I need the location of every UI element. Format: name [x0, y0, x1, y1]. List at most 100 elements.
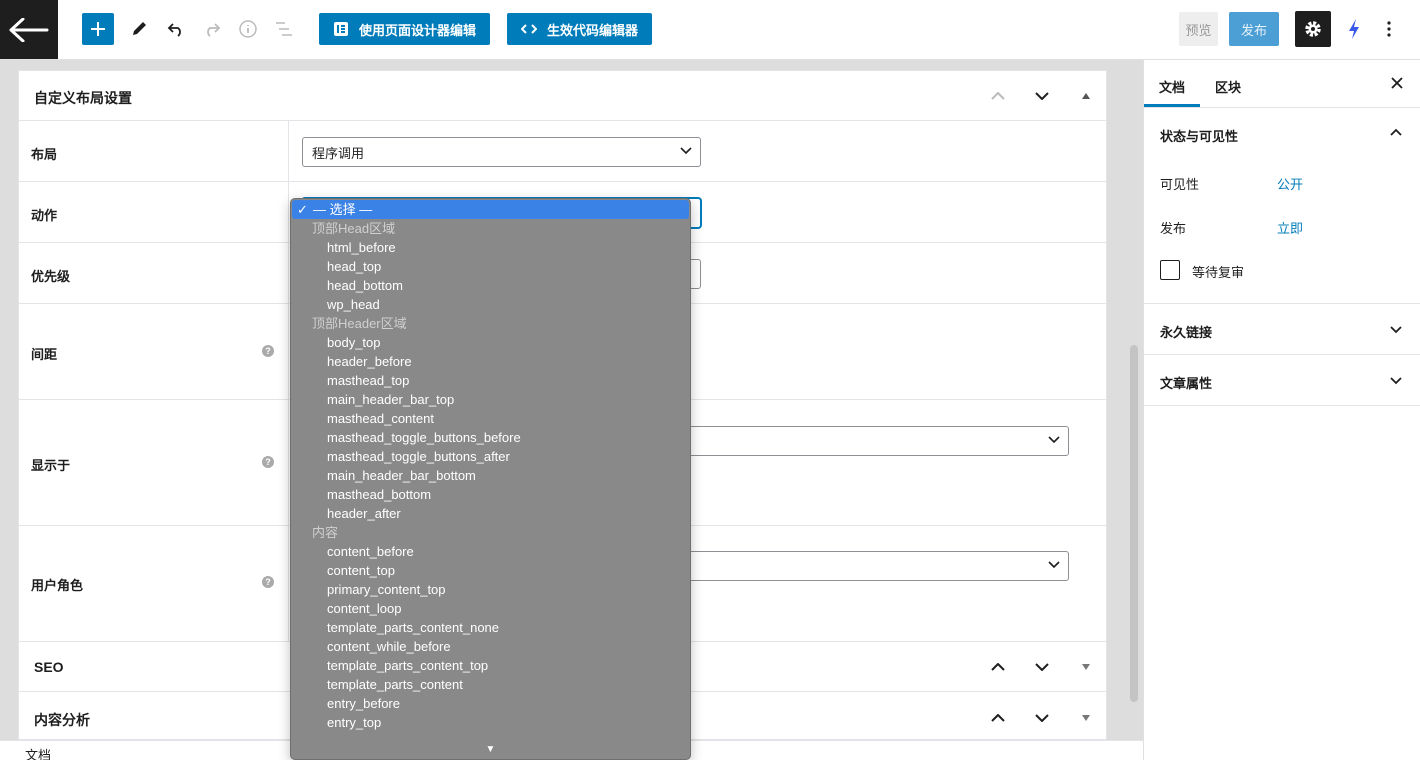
dropdown-option[interactable]: masthead_content: [291, 409, 690, 428]
chevron-down-icon: [1048, 561, 1060, 569]
page-designer-button[interactable]: 使用页面设计器编辑: [319, 13, 491, 45]
dropdown-option[interactable]: body_top: [291, 333, 690, 352]
layout-label: 布局: [31, 147, 58, 162]
dropdown-option[interactable]: content_while_before: [291, 637, 690, 656]
dropdown-option[interactable]: template_parts_content_top: [291, 656, 690, 675]
move-up-button[interactable]: [988, 708, 1008, 728]
dropdown-option[interactable]: content_before: [291, 542, 690, 561]
dropdown-option[interactable]: main_header_bar_bottom: [291, 466, 690, 485]
undo-button[interactable]: [160, 13, 192, 45]
dropdown-option[interactable]: masthead_toggle_buttons_before: [291, 428, 690, 447]
publish-button[interactable]: 发布: [1229, 12, 1279, 46]
dropdown-group-head: 顶部Head区域: [312, 221, 396, 236]
move-down-button[interactable]: [1032, 657, 1052, 677]
dropdown-option[interactable]: html_before: [291, 238, 690, 257]
dropdown-option[interactable]: header_before: [291, 352, 690, 371]
elementor-icon: [333, 21, 349, 37]
chevron-up-icon: [991, 92, 1005, 100]
dropdown-option[interactable]: header_after: [291, 504, 690, 523]
dropdown-option[interactable]: head_bottom: [291, 276, 690, 295]
dropdown-option[interactable]: template_parts_content: [291, 675, 690, 694]
post-attributes-section[interactable]: 文章属性: [1144, 355, 1420, 406]
performance-button[interactable]: [1338, 13, 1370, 45]
panel-header: 自定义布局设置: [19, 71, 1106, 121]
tab-block[interactable]: 区块: [1215, 77, 1241, 96]
status-visibility-section: 状态与可见性 可见性 公开 发布 立即 等待复审: [1144, 108, 1420, 304]
more-options-button[interactable]: [1373, 13, 1405, 45]
code-editor-label: 生效代码编辑器: [547, 22, 639, 38]
help-icon[interactable]: ?: [262, 576, 274, 588]
preview-button[interactable]: 预览: [1179, 12, 1218, 46]
outline-button[interactable]: [268, 13, 300, 45]
more-vertical-icon: [1387, 21, 1391, 37]
move-down-button[interactable]: [1032, 86, 1052, 106]
dropdown-option[interactable]: primary_content_top: [291, 580, 690, 599]
redo-button[interactable]: [196, 13, 228, 45]
code-editor-button[interactable]: 生效代码编辑器: [507, 13, 653, 45]
layout-row: 布局 程序调用: [19, 121, 1106, 182]
active-tab-indicator: [1144, 104, 1200, 107]
tab-document[interactable]: 文档: [1159, 77, 1185, 96]
dropdown-option[interactable]: masthead_top: [291, 371, 690, 390]
dropdown-option[interactable]: masthead_bottom: [291, 485, 690, 504]
back-button[interactable]: [0, 0, 58, 59]
display-on-label-cell: 显示于 ?: [19, 400, 289, 525]
expand-panel-button[interactable]: [1076, 657, 1096, 677]
breadcrumb[interactable]: 文档: [25, 745, 51, 760]
chevron-up-icon: [991, 663, 1005, 671]
list-view-icon: [276, 22, 292, 36]
chevron-down-icon: [1390, 326, 1402, 334]
move-up-button[interactable]: [988, 657, 1008, 677]
dropdown-group-content: 内容: [312, 525, 339, 540]
dropdown-group-header: 顶部Header区域: [312, 316, 407, 331]
add-block-button[interactable]: [82, 13, 114, 45]
scroll-down-icon[interactable]: ▼: [291, 744, 690, 755]
panel-title: 自定义布局设置: [34, 90, 132, 106]
permalink-section[interactable]: 永久链接: [1144, 304, 1420, 355]
close-sidebar-button[interactable]: [1390, 76, 1404, 90]
details-button[interactable]: [232, 13, 264, 45]
chevron-up-icon: [991, 714, 1005, 722]
dropdown-option[interactable]: content_top: [291, 561, 690, 580]
triangle-down-icon: [1082, 715, 1090, 721]
dropdown-option[interactable]: entry_before: [291, 694, 690, 713]
status-visibility-title[interactable]: 状态与可见性: [1160, 126, 1238, 145]
collapse-panel-button[interactable]: [1076, 86, 1096, 106]
move-up-button[interactable]: [988, 86, 1008, 106]
dropdown-option[interactable]: template_parts_content_none: [291, 618, 690, 637]
action-dropdown-list[interactable]: ✓ — 选择 — 顶部Head区域 html_before head_top he…: [290, 198, 691, 760]
dropdown-option[interactable]: content_loop: [291, 599, 690, 618]
help-icon[interactable]: ?: [262, 456, 274, 468]
content-scrollbar[interactable]: [1130, 345, 1138, 702]
dropdown-option[interactable]: masthead_toggle_buttons_after: [291, 447, 690, 466]
dropdown-option[interactable]: head_top: [291, 257, 690, 276]
dropdown-option[interactable]: main_header_bar_top: [291, 390, 690, 409]
layout-select[interactable]: 程序调用: [302, 137, 701, 167]
tools-button[interactable]: [123, 13, 155, 45]
pending-review-checkbox[interactable]: [1160, 260, 1180, 280]
arrow-left-icon: [9, 17, 49, 42]
chevron-down-icon: [680, 147, 692, 155]
publish-date-toggle[interactable]: 立即: [1277, 218, 1303, 237]
visibility-toggle[interactable]: 公开: [1277, 174, 1303, 193]
dropdown-option-selected[interactable]: ✓ — 选择 —: [292, 200, 689, 219]
permalink-title: 永久链接: [1160, 325, 1213, 340]
info-icon: [239, 20, 257, 38]
undo-icon: [167, 23, 181, 37]
settings-button[interactable]: [1295, 11, 1331, 47]
pending-review-label: 等待复审: [1192, 265, 1245, 280]
help-icon[interactable]: ?: [262, 345, 274, 357]
dropdown-option[interactable]: entry_top: [291, 713, 690, 732]
display-on-label: 显示于: [31, 458, 71, 473]
chevron-up-icon[interactable]: [1390, 128, 1402, 136]
user-role-label-cell: 用户角色 ?: [19, 526, 289, 641]
content-analysis-title: 内容分析: [34, 712, 90, 728]
page-designer-label: 使用页面设计器编辑: [359, 22, 477, 38]
chevron-down-icon: [1035, 663, 1049, 671]
move-down-button[interactable]: [1032, 708, 1052, 728]
dropdown-option[interactable]: wp_head: [291, 295, 690, 314]
expand-panel-button[interactable]: [1076, 708, 1096, 728]
seo-title: SEO: [34, 659, 64, 675]
visibility-label: 可见性: [1160, 177, 1200, 192]
publish-label: 发布: [1160, 221, 1187, 236]
